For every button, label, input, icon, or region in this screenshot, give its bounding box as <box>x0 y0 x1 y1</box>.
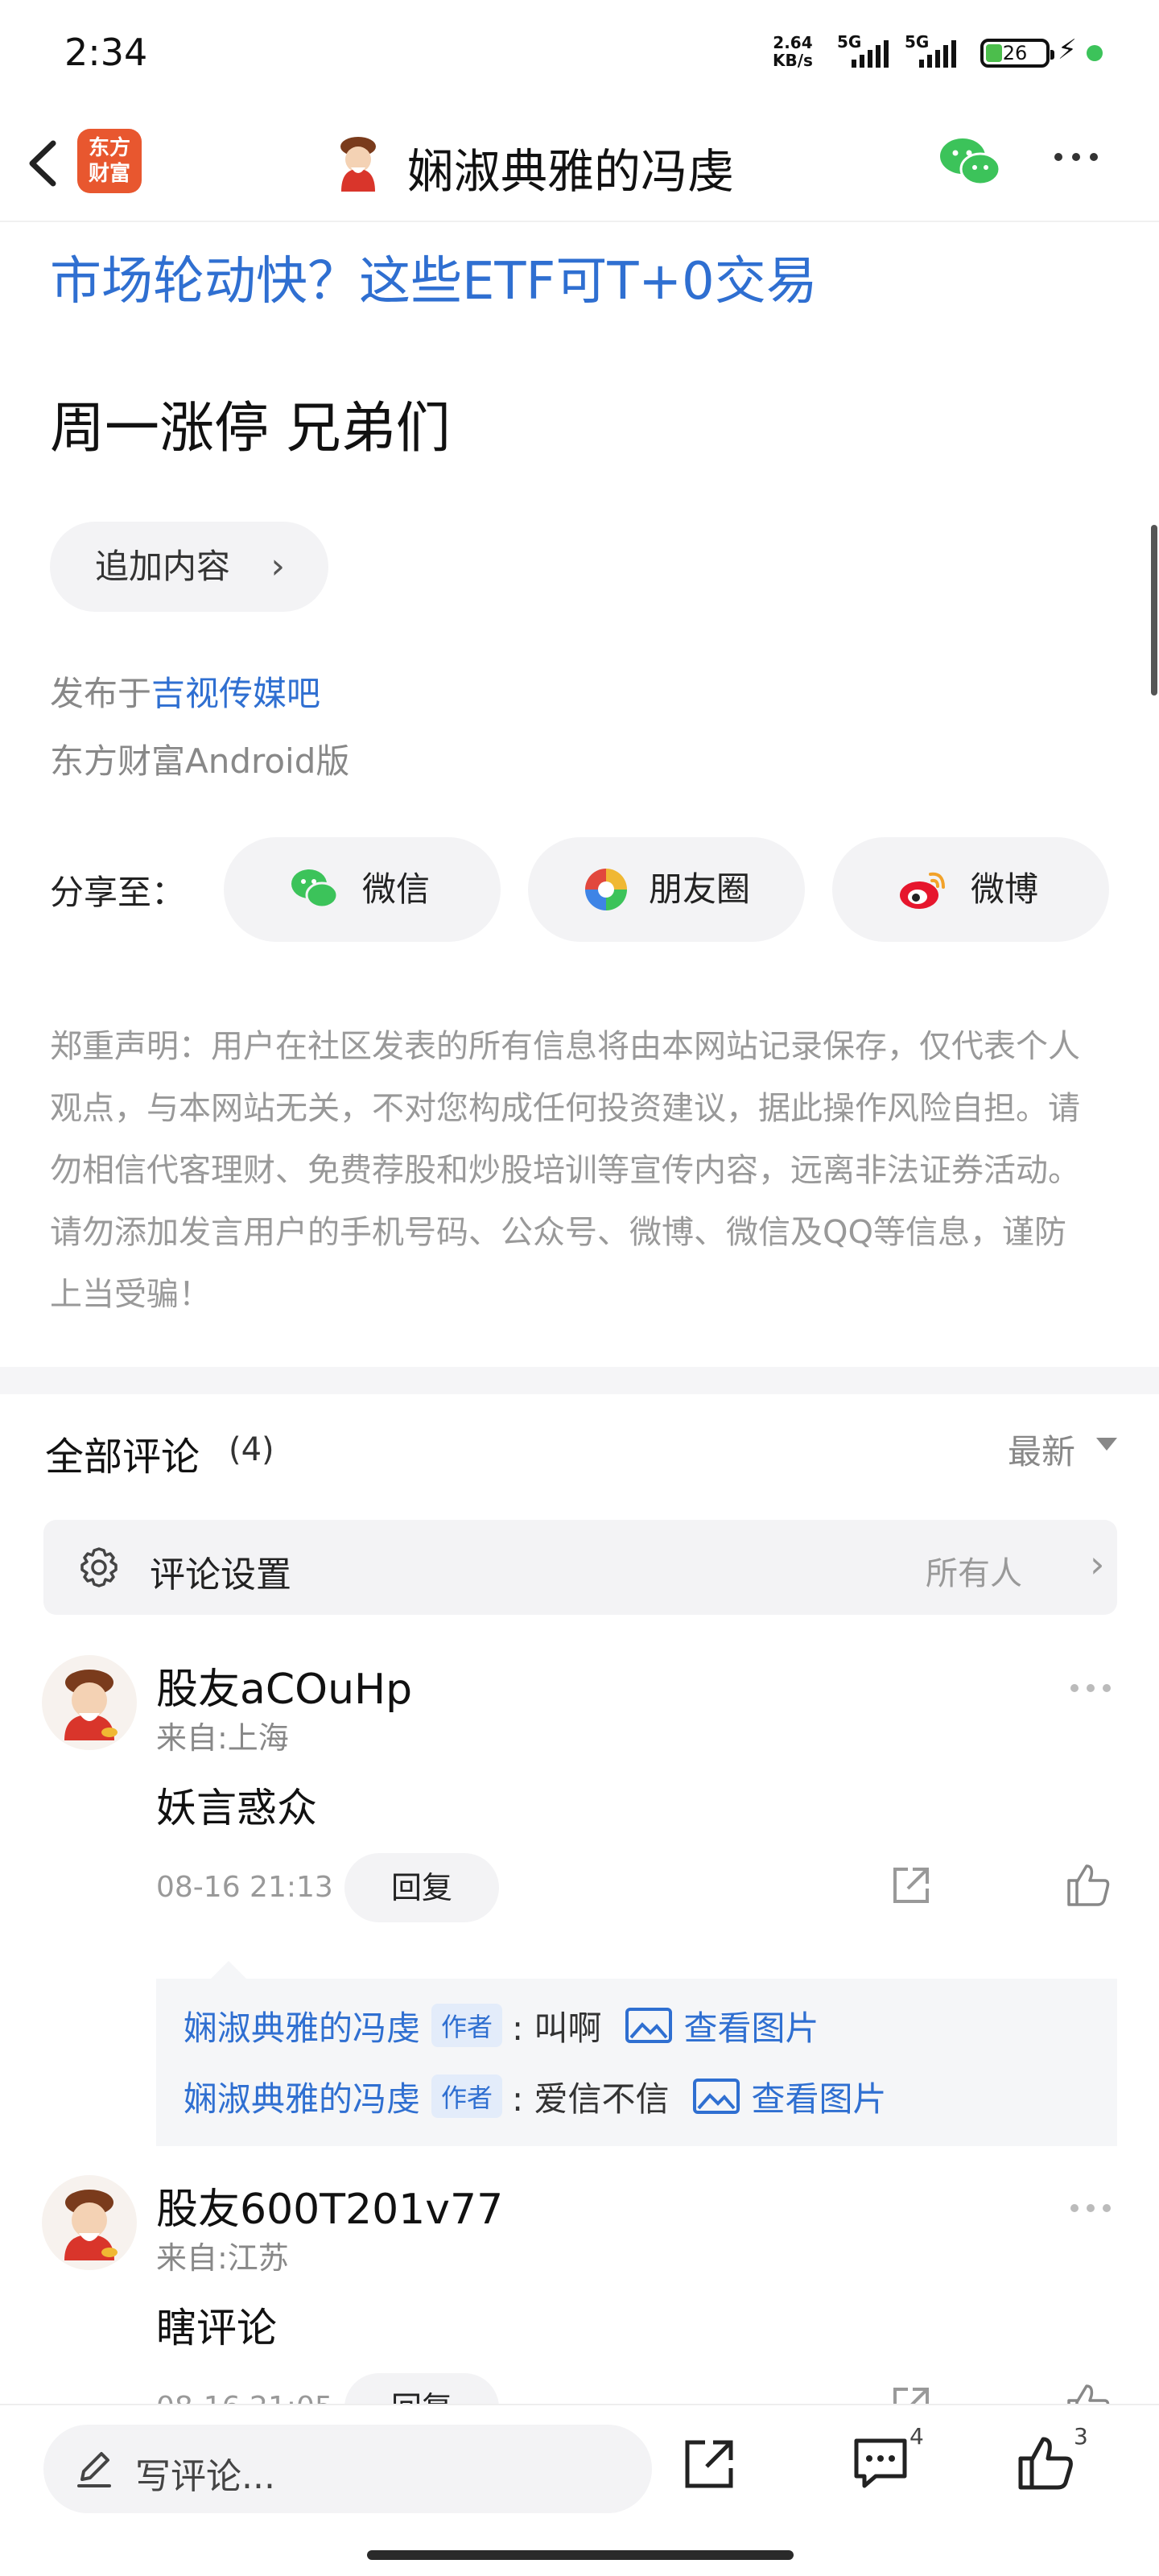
chevron-left-icon <box>29 140 56 187</box>
share-icon[interactable] <box>889 1863 934 1908</box>
share-label: 分享至： <box>50 873 186 912</box>
comment-location: 来自:上海 <box>156 1720 289 1756</box>
share-icon[interactable] <box>681 2434 739 2492</box>
view-image-link[interactable]: 查看图片 <box>684 2001 819 2050</box>
signal-icon: 5G <box>837 32 906 69</box>
reply-item[interactable]: 娴淑典雅的冯虔 作者 : 爱信不信 查看图片 <box>184 2067 887 2125</box>
moments-icon <box>585 869 627 910</box>
privacy-dot-icon <box>1087 45 1103 61</box>
scrollbar[interactable] <box>1151 525 1157 696</box>
nav-bar: 东方 财富 娴淑典雅的冯虔 <box>0 105 1159 222</box>
status-time: 2:34 <box>64 31 148 74</box>
sort-dropdown[interactable]: 最新 <box>1008 1425 1075 1474</box>
chevron-right-icon: › <box>1090 1542 1105 1586</box>
share-icon[interactable] <box>889 2383 934 2404</box>
append-content-button[interactable]: 追加内容 › <box>50 522 328 612</box>
comment-time: 08-16 21:13 <box>156 1871 333 1904</box>
network-speed: 2.64 KB/s <box>773 33 813 70</box>
image-icon[interactable] <box>625 2007 673 2044</box>
author-badge: 作者 <box>431 2074 503 2118</box>
comment-icon[interactable] <box>852 2434 909 2492</box>
post-body: 周一涨停 兄弟们 <box>50 397 451 460</box>
author-badge: 作者 <box>431 2004 503 2047</box>
view-image-link[interactable]: 查看图片 <box>752 2072 887 2121</box>
reply-button[interactable]: 回复 <box>344 2373 499 2404</box>
image-icon[interactable] <box>692 2078 740 2115</box>
comment-more-button[interactable] <box>1070 1684 1111 1692</box>
client-info: 东方财富Android版 <box>50 741 350 781</box>
wechat-share-button[interactable] <box>938 134 1003 190</box>
bar-link[interactable]: 吉视传媒吧 <box>151 674 320 713</box>
bottom-action-bar: 写评论... 4 3 <box>0 2404 1159 2576</box>
chevron-right-icon: › <box>270 546 285 587</box>
comment-location: 来自:江苏 <box>156 2240 289 2276</box>
share-moments-button[interactable]: 朋友圈 <box>528 837 805 942</box>
comment-text: 瞎评论 <box>156 2305 277 2351</box>
gear-icon <box>80 1547 118 1587</box>
comment-item: 股友600T201v77 来自:江苏 瞎评论 08-16 21:05 回复 <box>0 2175 1159 2404</box>
published-in: 发布于吉视传媒吧 <box>50 674 321 713</box>
comment-time: 08-16 21:05 <box>156 2391 333 2404</box>
signal-icon: 5G <box>905 32 974 69</box>
reply-thread: 娴淑典雅的冯虔 作者 : 叫啊 查看图片 娴淑典雅的冯虔 作者 : 爱信不信 查… <box>156 1979 1117 2146</box>
battery-icon: 26 <box>980 39 1054 68</box>
more-menu-button[interactable] <box>1054 153 1098 161</box>
charging-icon: ⚡ <box>1058 34 1077 66</box>
avatar[interactable] <box>42 1655 137 1750</box>
back-button[interactable] <box>14 127 71 200</box>
share-wechat-button[interactable]: 微信 <box>224 837 501 942</box>
comments-title: 全部评论 <box>45 1435 200 1480</box>
home-indicator[interactable] <box>367 2550 794 2560</box>
like-count-badge: 3 <box>1074 2423 1088 2450</box>
pencil-icon <box>77 2452 111 2487</box>
disclaimer: 郑重声明：用户在社区发表的所有信息将由本网站记录保存，仅代表个人观点，与本网站无… <box>50 1028 1080 1313</box>
comment-text: 妖言惑众 <box>156 1785 317 1831</box>
status-bar: 2:34 2.64 KB/s 5G 5G 26 ⚡ <box>0 0 1159 105</box>
app-logo[interactable]: 东方 财富 <box>77 129 142 193</box>
comment-more-button[interactable] <box>1070 2204 1111 2212</box>
fortune-god-avatar-icon <box>64 1670 118 1740</box>
fortune-god-avatar-icon <box>340 137 376 192</box>
comment-username[interactable]: 股友600T201v77 <box>156 2175 503 2235</box>
author-avatar[interactable] <box>330 132 386 192</box>
share-weibo-button[interactable]: 微博 <box>832 837 1109 942</box>
reply-item[interactable]: 娴淑典雅的冯虔 作者 : 叫啊 查看图片 <box>184 1996 819 2054</box>
wechat-icon <box>940 138 1001 186</box>
fortune-god-avatar-icon <box>64 2190 118 2260</box>
comment-username[interactable]: 股友aCOuHp <box>156 1655 412 1715</box>
section-divider <box>0 1367 1159 1394</box>
comment-item: 股友aCOuHp 来自:上海 妖言惑众 08-16 21:13 回复 娴淑典雅的… <box>0 1655 1159 2154</box>
reply-notch <box>211 1961 246 1979</box>
comment-count-badge: 4 <box>909 2423 924 2450</box>
reply-button[interactable]: 回复 <box>344 1853 499 1922</box>
caret-down-icon <box>1096 1438 1117 1451</box>
promo-link[interactable]: 市场轮动快？这些ETF可T+0交易 <box>50 240 818 314</box>
thumbs-up-icon[interactable] <box>1016 2434 1074 2492</box>
wechat-icon <box>291 869 339 909</box>
thumbs-up-icon[interactable] <box>1064 2381 1112 2404</box>
nav-title: 娴淑典雅的冯虔 <box>407 144 735 199</box>
weibo-icon <box>900 872 945 909</box>
comment-settings-row[interactable]: 评论设置 所有人 › <box>43 1520 1117 1615</box>
comments-count: (4) <box>229 1431 274 1468</box>
avatar[interactable] <box>42 2175 137 2270</box>
write-comment-input[interactable]: 写评论... <box>43 2425 652 2513</box>
thumbs-up-icon[interactable] <box>1064 1861 1112 1908</box>
